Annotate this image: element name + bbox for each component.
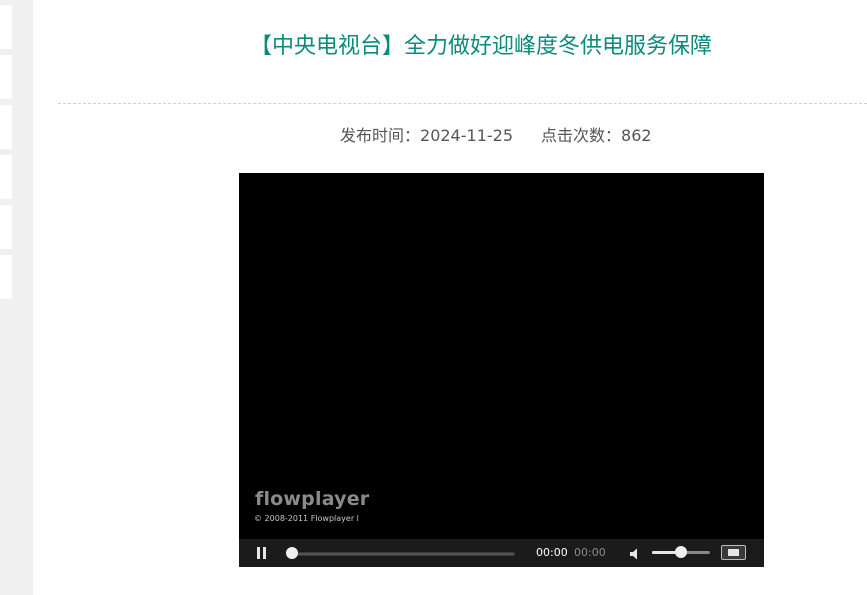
player-control-bar: 00:00 00:00 [239,539,764,567]
left-sidebar [0,0,33,595]
flowplayer-logo[interactable]: flowplayer [255,487,369,511]
views-count: 862 [621,126,652,145]
time-elapsed: 00:00 [536,546,568,559]
volume-handle[interactable] [675,546,687,558]
sidebar-tab[interactable] [0,105,12,149]
article-title: 【中央电视台】全力做好迎峰度冬供电服务保障 [250,34,713,59]
speaker-icon [630,548,637,560]
sidebar-tab[interactable] [0,155,12,199]
player-copyright: © 2008-2011 Flowplayer l [254,514,359,523]
fullscreen-icon [728,549,739,556]
title-divider [58,103,867,104]
publish-label: 发布时间： [340,126,421,145]
pause-icon [257,547,260,559]
sidebar-tab[interactable] [0,5,12,49]
sidebar-tab[interactable] [0,55,12,99]
volume-slider[interactable] [652,546,710,558]
scrubber-handle[interactable] [286,547,298,559]
time-total: 00:00 [574,546,606,559]
video-player[interactable]: flowplayer © 2008-2011 Flowplayer l 00:0… [239,173,764,567]
publish-date: 2024-11-25 [420,126,513,145]
article-meta: 发布时间：2024-11-25 点击次数：862 [340,125,652,147]
pause-button[interactable] [255,546,269,560]
sidebar-tab[interactable] [0,205,12,249]
fullscreen-button[interactable] [721,545,746,560]
sidebar-tab[interactable] [0,255,12,299]
progress-scrubber[interactable] [286,547,515,559]
views-label: 点击次数： [541,126,622,145]
mute-button[interactable] [628,546,642,560]
